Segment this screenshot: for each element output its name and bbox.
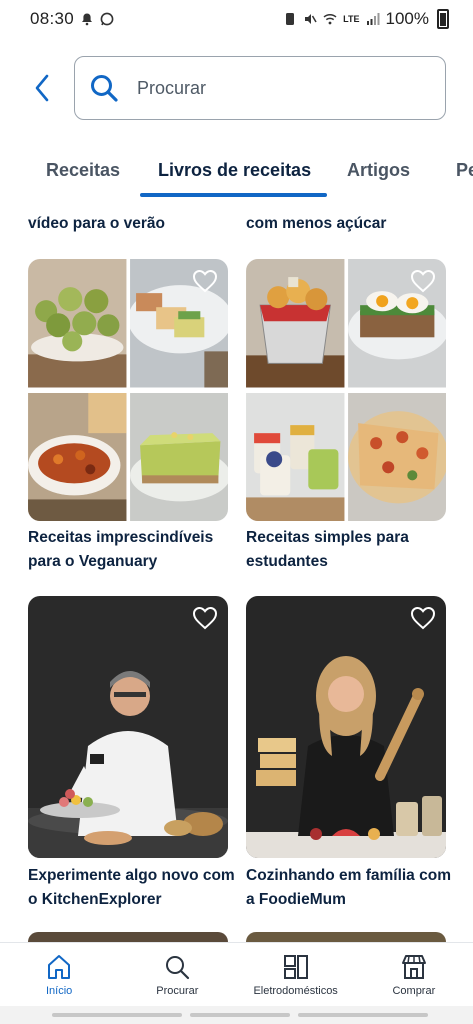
cookbook-card-partial[interactable] [246, 932, 446, 942]
tab-partial[interactable]: Pe [456, 160, 473, 181]
tab-recipes[interactable]: Receitas [46, 160, 120, 181]
search-icon [166, 955, 190, 979]
cookbook-card-partial[interactable] [28, 932, 228, 942]
bottom-navigation: Início Procurar Eletrodomésticos Comprar [0, 942, 473, 1006]
card-title-less-sugar[interactable]: com menos açúcar [246, 212, 456, 236]
food-image-pizza [347, 392, 446, 521]
sim-icon [286, 13, 295, 25]
gesture-pill [52, 1013, 182, 1017]
nav-label-shop: Comprar [392, 984, 436, 997]
search-icon [91, 75, 118, 102]
search-input[interactable] [137, 77, 397, 99]
system-gesture-bar [0, 1006, 473, 1024]
chef-photo [28, 596, 228, 858]
cookbook-card-veganuary[interactable] [28, 259, 228, 521]
cookbook-list: vídeo para o verão com menos açúcar Rece… [0, 198, 473, 942]
card-title-veganuary[interactable]: Receitas imprescindíveis para o Veganuar… [28, 526, 238, 574]
status-right: LTE 100% [283, 9, 449, 29]
gesture-pill [298, 1013, 428, 1017]
food-image-stew [28, 392, 127, 521]
tab-articles[interactable]: Artigos [347, 160, 410, 181]
shop-icon [401, 954, 426, 979]
nav-search[interactable]: Procurar [118, 943, 236, 1006]
search-box[interactable] [74, 56, 446, 120]
battery-percent: 100% [385, 9, 429, 28]
favorite-heart-icon[interactable] [192, 269, 218, 293]
status-time: 08:30 [30, 9, 75, 28]
food-image-fried-basket [246, 259, 345, 388]
nav-appliances[interactable]: Eletrodomésticos [237, 943, 355, 1006]
appliances-icon [283, 954, 308, 979]
battery-icon [437, 9, 449, 29]
mute-icon [305, 14, 317, 24]
network-type: LTE [343, 13, 360, 24]
foodiemum-photo [246, 596, 446, 858]
cookbook-card-foodiemum[interactable] [246, 596, 446, 858]
status-left: 08:30 [30, 9, 114, 29]
card-title-kitchenexplorer[interactable]: Experimente algo novo com o KitchenExplo… [28, 864, 238, 912]
notification-bell-icon [82, 13, 93, 26]
cookbook-card-students[interactable] [246, 259, 446, 521]
food-image-jars [246, 392, 345, 521]
card-title-summer-video[interactable]: vídeo para o verão [28, 212, 238, 236]
nav-label-home: Início [45, 984, 73, 997]
signal-icon [366, 13, 380, 25]
home-icon [48, 954, 71, 979]
wifi-icon [323, 13, 337, 25]
chevron-left-icon [35, 74, 49, 102]
gesture-pill [190, 1013, 290, 1017]
tab-bar: Receitas Livros de receitas Artigos Pe [0, 150, 473, 198]
food-image-green-balls [28, 259, 127, 388]
card-title-foodiemum[interactable]: Cozinhando em família com a FoodieMum [246, 864, 456, 912]
cookbook-card-kitchenexplorer[interactable] [28, 596, 228, 858]
card-title-students[interactable]: Receitas simples para estudantes [246, 526, 456, 574]
whatsapp-icon [100, 12, 114, 26]
back-button[interactable] [28, 72, 56, 104]
nav-home[interactable]: Início [0, 943, 118, 1006]
active-tab-indicator [140, 193, 327, 197]
favorite-heart-icon[interactable] [410, 269, 436, 293]
favorite-heart-icon[interactable] [192, 606, 218, 630]
nav-label-search: Procurar [156, 984, 199, 997]
status-bar: 08:30 LTE 100% [0, 0, 473, 38]
tab-cookbooks[interactable]: Livros de receitas [158, 160, 311, 181]
nav-shop[interactable]: Comprar [355, 943, 473, 1006]
food-image-green-cheesecake [129, 392, 228, 521]
favorite-heart-icon[interactable] [410, 606, 436, 630]
nav-label-appliances: Eletrodomésticos [253, 984, 338, 997]
